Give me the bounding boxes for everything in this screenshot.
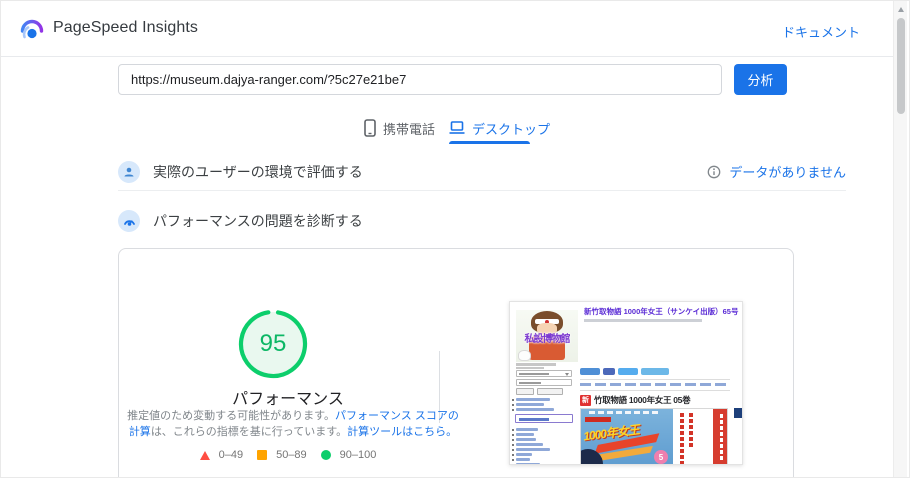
thumb-credit-bar (516, 366, 544, 369)
thumb-share-button (580, 368, 600, 375)
field-data-title: 実際のユーザーの環境で評価する (153, 163, 363, 180)
thumb-sidebar-link-bar (512, 428, 538, 431)
thumb-share-button (641, 368, 669, 375)
thumb-page-title: 新竹取物語 1000年女王（サンケイ出版）65号 (584, 307, 739, 316)
thumb-sidebar-select (516, 370, 572, 377)
thumb-sidebar-link-bar (512, 448, 550, 451)
thumb-sidebar-link-bar (512, 398, 550, 401)
green-circle-icon (320, 450, 331, 460)
thumb-breadcrumb-bar (584, 319, 702, 322)
pagespeed-insights-page: PageSpeed Insights ドキュメント 分析 携帯電話 デスクトップ (0, 0, 910, 478)
documentation-link[interactable]: ドキュメント (782, 22, 860, 41)
cover-spine (673, 409, 713, 464)
app-title: PageSpeed Insights (53, 19, 199, 36)
thumb-sidebar-link-bar (512, 433, 534, 436)
active-tab-underline (449, 141, 530, 144)
info-icon (708, 165, 721, 178)
note-text-1: 推定値のため変動する可能性があります。 (127, 410, 336, 422)
thumb-websearch-button (537, 388, 563, 395)
new-badge: 新 (580, 394, 591, 406)
red-triangle-icon (199, 450, 210, 460)
cover-top-band (589, 411, 659, 414)
legend-range-good: 90–100 (339, 449, 377, 461)
browser-scrollbar[interactable] (893, 1, 907, 477)
cover-art: 1000年女王 5 (581, 409, 673, 464)
thumb-sidebar-search (516, 379, 572, 386)
legend-item-average: 50–89 (257, 449, 307, 461)
thumb-divider (580, 379, 730, 380)
field-data-section-header[interactable]: 実際のユーザーの環境で評価する データがありません (118, 153, 846, 191)
cover-volume-number: 5 (654, 450, 668, 464)
lab-data-left: パフォーマンスの問題を診断する (118, 210, 363, 232)
orange-square-icon (257, 450, 268, 460)
thumb-share-button (603, 368, 615, 375)
performance-score-value: 95 (259, 330, 287, 357)
legend-item-good: 90–100 (320, 449, 377, 461)
scrollbar-up-arrow-icon[interactable] (898, 7, 904, 12)
pagespeed-logo-icon (20, 19, 44, 39)
note-text-2: は、これらの指標を基に行っています。 (150, 426, 348, 438)
mascot-cat (518, 350, 531, 361)
publisher-logo-square (734, 408, 742, 418)
performance-note: 推定値のため変動する可能性があります。パフォーマンス スコアの計算は、これらの指… (125, 408, 461, 440)
performance-score-gauge[interactable]: 95 (237, 308, 309, 380)
no-data-status[interactable]: データがありません (707, 162, 846, 181)
thumb-sidebar-link-bar (512, 408, 554, 411)
spine-vertical-text-bar (689, 413, 693, 449)
tab-desktop[interactable]: デスクトップ (449, 114, 550, 142)
legend-range-average: 50–89 (276, 449, 307, 461)
thumb-sidebar-link-bar (512, 453, 532, 456)
field-data-left: 実際のユーザーの環境で評価する (118, 160, 363, 183)
tab-mobile[interactable]: 携帯電話 (364, 114, 435, 142)
lab-data-title: パフォーマンスの問題を診断する (153, 213, 363, 229)
thumb-share-button (618, 368, 638, 375)
mobile-phone-icon (364, 119, 376, 137)
thumb-tag-links-bar (580, 383, 728, 386)
analyze-button[interactable]: 分析 (734, 64, 787, 95)
thumb-sidebar-link-bar (512, 438, 536, 441)
tab-mobile-label: 携帯電話 (383, 121, 436, 137)
thumb-sidebar-link-bar (512, 458, 530, 461)
legend-range-poor: 0–49 (218, 449, 244, 461)
thumb-credit-bar (516, 363, 556, 366)
cover-red-band (713, 409, 727, 464)
thumb-search-button (516, 388, 534, 395)
tab-desktop-label: デスクトップ (472, 121, 551, 137)
site-mascot-image: 私設博物館 (516, 310, 578, 362)
thumb-sidebar-listbox (515, 414, 573, 423)
calculator-tool-link[interactable]: 計算ツールはこちら。 (347, 426, 457, 438)
legend-item-poor: 0–49 (199, 449, 244, 461)
thumb-divider (580, 390, 730, 391)
thumb-post-title: 竹取物語 1000年女王 05巻 (594, 395, 691, 405)
score-legend: 0–49 50–89 90–100 (118, 449, 458, 461)
site-name-overlay: 私設博物館 (524, 334, 571, 345)
scrollbar-thumb[interactable] (896, 18, 905, 114)
users-icon (118, 160, 140, 183)
gauge-icon (118, 210, 140, 232)
lab-data-section-header[interactable]: パフォーマンスの問題を診断する (118, 205, 846, 237)
thumb-sidebar-link-bar (512, 403, 544, 406)
thumb-sidebar-link-bar (512, 463, 540, 464)
performance-label: パフォーマンス (232, 391, 344, 408)
page-screenshot-thumbnail[interactable]: 私設博物館 新竹取物語 1000年女王（サンケイ出版）65号 新 竹取物語 10… (509, 301, 743, 465)
thumb-sidebar-buttons (516, 388, 563, 395)
url-input[interactable] (118, 64, 722, 95)
thumb-post-heading: 新 竹取物語 1000年女王 05巻 (580, 394, 691, 406)
cover-red-tag (585, 417, 611, 422)
manga-cover-image: 1000年女王 5 (580, 408, 728, 464)
app-header: PageSpeed Insights ドキュメント (1, 1, 893, 57)
desktop-icon (449, 121, 465, 134)
thumb-sidebar-link-bar (512, 443, 543, 446)
spine-vertical-text-bar (680, 413, 684, 464)
no-data-label: データがありません (729, 165, 846, 180)
